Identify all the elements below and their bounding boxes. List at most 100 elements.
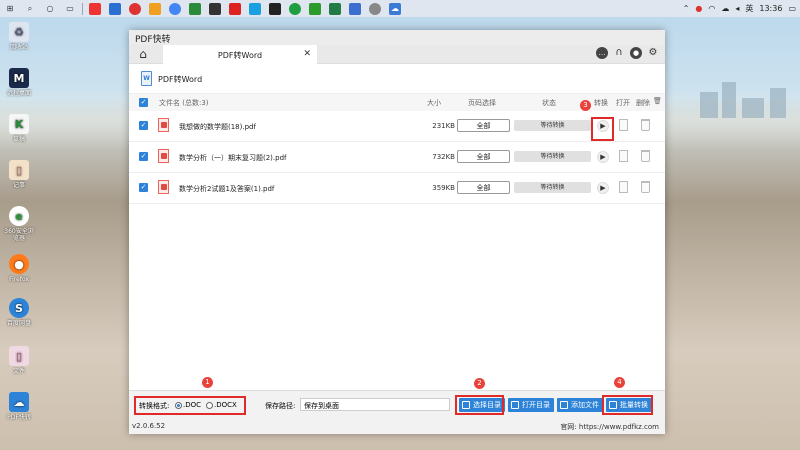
app-icon[interactable] <box>349 2 361 15</box>
cloud-tray-icon[interactable]: ☁ <box>721 4 729 13</box>
app-icon[interactable] <box>89 2 101 15</box>
pdf-converter-window: PDF快转 ⌂ PDF转Word ✕ … ∩ ● ⚙ W PDF转Word ✓ … <box>129 30 665 434</box>
row-checkbox[interactable]: ✓ <box>139 121 148 130</box>
desktop-icon-label: 远程桌面 <box>6 90 31 97</box>
gear-icon[interactable]: ⚙ <box>647 47 659 59</box>
app-icon[interactable] <box>109 2 121 15</box>
file-name: 数学分析2试题1及答案(1).pdf <box>179 185 275 193</box>
document-icon[interactable] <box>619 119 628 131</box>
header-open: 打开 <box>616 99 630 107</box>
background-building <box>700 92 718 118</box>
file-name: 我想做的数学题(18).pdf <box>179 123 256 131</box>
open-directory-button[interactable]: 打开目录 <box>508 398 554 412</box>
pdf-file-icon <box>158 149 169 163</box>
user-icon[interactable]: ● <box>630 47 642 59</box>
annotation-badge: 3 <box>580 100 591 111</box>
desktop-icon-label: 回收站 <box>9 44 28 51</box>
header-delete: 删除 <box>636 99 650 107</box>
app-icon[interactable] <box>369 2 381 15</box>
cloud-icon: S <box>9 298 29 318</box>
windows-start-icon[interactable]: ⊞ <box>4 3 16 15</box>
trash-icon[interactable] <box>641 150 650 162</box>
app-tray-icon[interactable]: ● <box>695 4 702 13</box>
file-name: 数学分析（一）期末复习题(2).pdf <box>179 154 287 162</box>
select-all-checkbox[interactable]: ✓ <box>139 98 148 107</box>
app-icon: K <box>9 114 29 134</box>
headset-icon[interactable]: ∩ <box>613 47 625 59</box>
highlight-box-convert <box>591 117 614 141</box>
notification-icon[interactable]: ▭ <box>788 4 796 13</box>
desktop-icon-firefox[interactable]: ● Firefox <box>4 254 34 283</box>
app-icon[interactable] <box>129 2 141 15</box>
play-icon[interactable]: ▶ <box>597 182 609 194</box>
window-toolbar: … ∩ ● ⚙ <box>596 47 659 59</box>
row-checkbox[interactable]: ✓ <box>139 183 148 192</box>
firefox-icon: ● <box>9 254 29 274</box>
app-icon[interactable] <box>189 2 201 15</box>
clock[interactable]: 13:36 <box>759 4 782 13</box>
wechat-icon[interactable] <box>309 2 321 15</box>
excel-icon[interactable] <box>329 2 341 15</box>
page-select-button[interactable]: 全部 <box>457 181 510 194</box>
folder-icon[interactable] <box>149 2 161 15</box>
volume-icon[interactable]: ◂ <box>735 4 739 13</box>
taskbar-separator <box>82 2 83 15</box>
task-view-icon[interactable]: ▭ <box>64 3 76 15</box>
table-row: ✓ 数学分析2试题1及答案(1).pdf 359KB 全部 等待转换 ▶ <box>129 173 665 204</box>
app-icon[interactable] <box>249 2 261 15</box>
chat-icon[interactable]: … <box>596 47 608 59</box>
trash-icon[interactable] <box>641 119 650 131</box>
highlight-box-directory <box>455 395 504 415</box>
add-file-button[interactable]: 添加文件 <box>557 398 603 412</box>
desktop-icon-draft[interactable]: K 草稿 <box>4 114 34 143</box>
plus-icon <box>560 401 568 409</box>
app-icon[interactable] <box>209 2 221 15</box>
page-select-button[interactable]: 全部 <box>457 119 510 132</box>
pdf-file-icon <box>158 118 169 132</box>
background-building <box>770 88 786 118</box>
desktop-icon-recycle-bin[interactable]: ♻ 回收站 <box>4 22 34 51</box>
desktop-icon-file[interactable]: ▯ 文件 <box>4 346 34 375</box>
header-size: 大小 <box>427 99 441 107</box>
desktop-icon-remote[interactable]: M 远程桌面 <box>4 68 34 97</box>
pdf-converter-taskbar-icon[interactable]: ☁ <box>389 2 401 15</box>
home-icon[interactable]: ⌂ <box>135 47 151 62</box>
desktop-icon-label: Firefox <box>9 276 29 283</box>
page-select-button[interactable]: 全部 <box>457 150 510 163</box>
table-row: ✓ 我想做的数学题(18).pdf 231KB 全部 等待转换 ▶ <box>129 111 665 142</box>
row-checkbox[interactable]: ✓ <box>139 152 148 161</box>
website-link[interactable]: 官网: https://www.pdfkz.com <box>560 422 659 432</box>
desktop-icon-pdf[interactable]: ☁ PDF快转 <box>4 392 34 421</box>
desktop-icon-notes[interactable]: ▯ 记事 <box>4 160 34 189</box>
version-label: v2.0.6.52 <box>132 422 166 430</box>
tab-bar: ⌂ PDF转Word ✕ … ∩ ● ⚙ <box>129 45 665 64</box>
recycle-bin-icon: ♻ <box>9 22 29 42</box>
app-icon[interactable] <box>289 2 301 15</box>
chrome-icon[interactable] <box>169 2 181 15</box>
save-path-input[interactable]: 保存到桌面 <box>300 398 450 411</box>
document-icon[interactable] <box>619 150 628 162</box>
add-file-label: 添加文件 <box>571 401 599 409</box>
input-language[interactable]: 英 <box>745 3 753 14</box>
app-icon[interactable] <box>229 2 241 15</box>
background-building <box>722 82 736 118</box>
cortana-icon[interactable]: ○ <box>44 3 56 15</box>
search-icon[interactable]: ⌕ <box>24 3 36 15</box>
app-icon[interactable] <box>269 2 281 15</box>
desktop-icon-label: PDF快转 <box>7 414 31 421</box>
background-building <box>742 98 764 118</box>
close-icon[interactable]: ✕ <box>303 49 311 59</box>
window-title: PDF快转 <box>129 30 665 45</box>
trash-icon[interactable] <box>641 181 650 193</box>
desktop-icon-netdisk[interactable]: S 百度网盘 <box>4 298 34 327</box>
tab-pdf-to-word[interactable]: PDF转Word ✕ <box>163 45 317 64</box>
play-icon[interactable]: ▶ <box>597 151 609 163</box>
wifi-icon[interactable]: ◠ <box>708 4 715 13</box>
desktop-icon-browser[interactable]: e 360安全浏览器 <box>4 206 34 242</box>
app-icon: ▯ <box>9 346 29 366</box>
trash-icon[interactable]: 🗑 <box>653 97 662 105</box>
chevron-up-icon[interactable]: ⌃ <box>683 4 690 13</box>
browser-icon: e <box>9 206 29 226</box>
save-path-label: 保存路径: <box>265 402 296 410</box>
document-icon[interactable] <box>619 181 628 193</box>
